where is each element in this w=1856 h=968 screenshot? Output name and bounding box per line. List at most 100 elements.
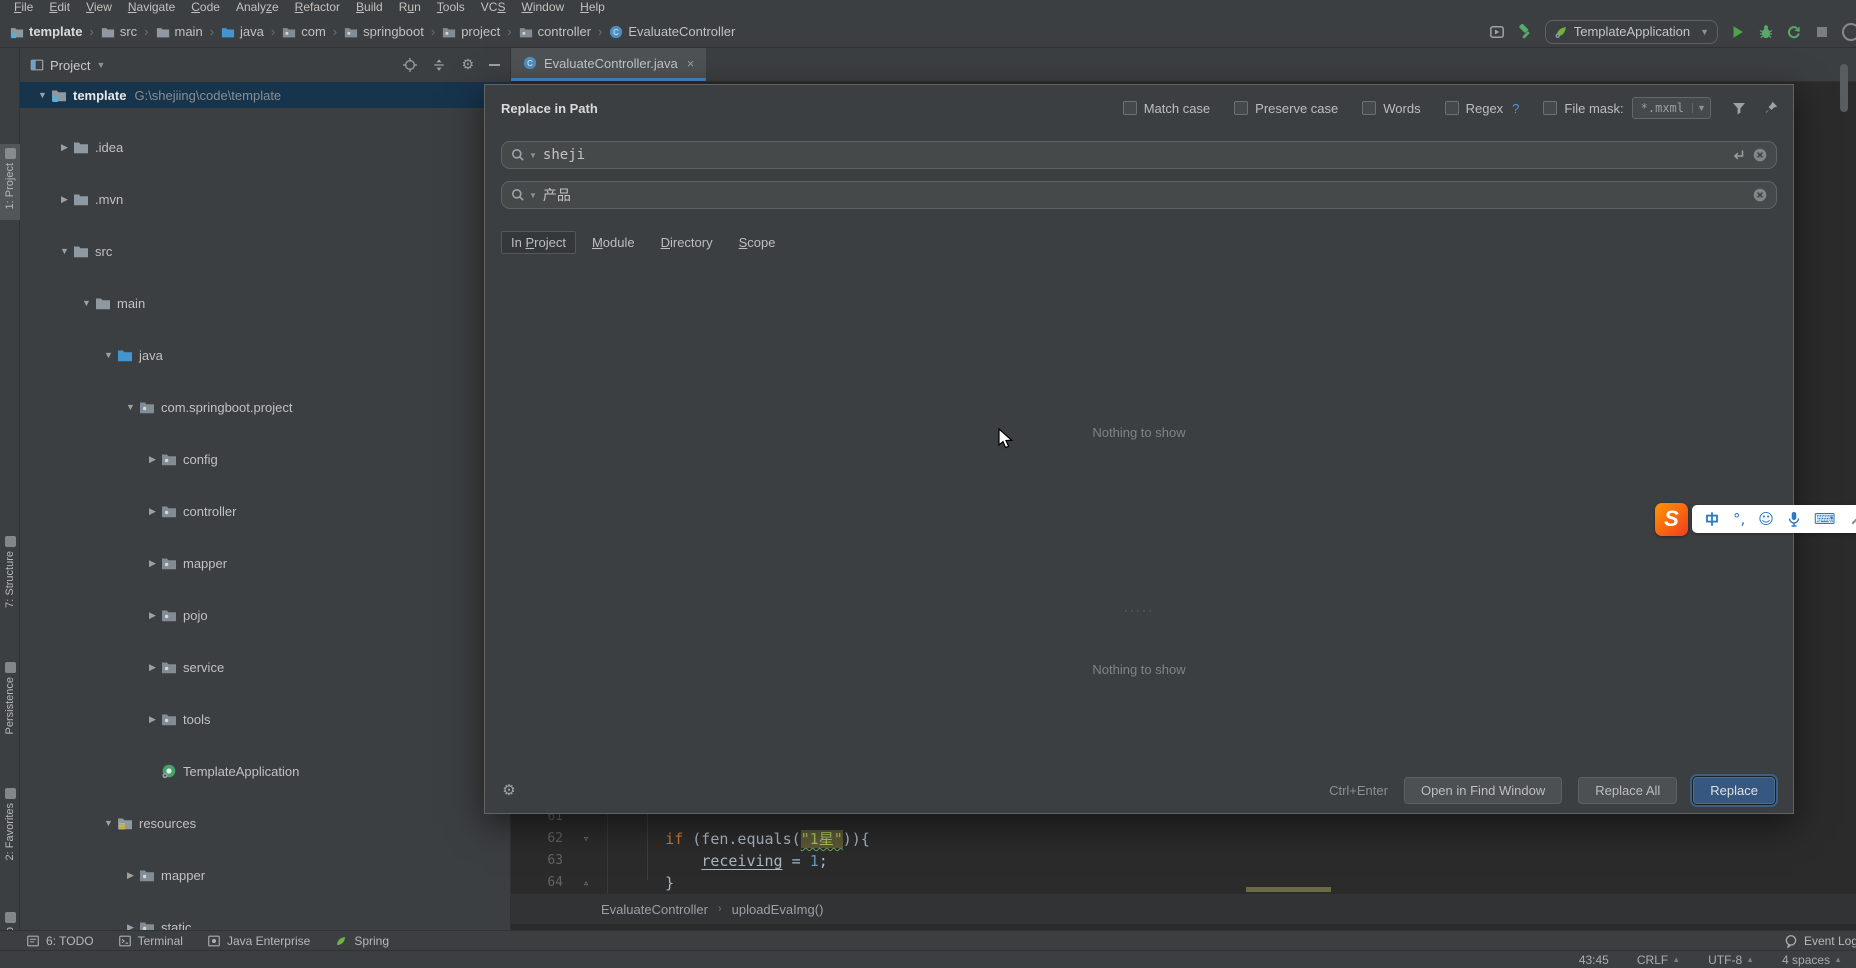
checkbox-icon[interactable] <box>1362 101 1377 115</box>
voice-input-icon[interactable] <box>1787 511 1801 527</box>
gear-icon[interactable]: ⚙ <box>501 781 517 799</box>
menu-analyze[interactable]: Analyze <box>228 0 287 15</box>
tree-item-com.springboot.project[interactable]: ▼ com.springboot.project <box>20 394 510 420</box>
sogou-logo-icon[interactable]: S <box>1655 502 1688 536</box>
project-panel-title[interactable]: Project <box>50 58 90 73</box>
tree-item-templateapplication[interactable]: TemplateApplication <box>20 758 510 784</box>
chinese-mode-icon[interactable] <box>1704 511 1720 527</box>
editor-breadcrumb-item[interactable]: uploadEvaImg() <box>732 902 824 917</box>
tree-arrow-icon[interactable]: ▶ <box>144 662 161 673</box>
code-line[interactable]: 61 <box>511 814 1856 828</box>
replace-all-button[interactable]: Replace All <box>1578 776 1678 804</box>
toolwindow-spring[interactable]: Spring <box>334 934 389 948</box>
code-line[interactable]: 64 ▵ } <box>511 872 1856 894</box>
file-mask-combo[interactable]: *.mxml ▼ <box>1631 97 1711 119</box>
tree-item-controller[interactable]: ▶ controller <box>20 498 510 524</box>
settings-wrench-icon[interactable] <box>1849 511 1856 527</box>
toolwindow-javaee[interactable]: Java Enterprise <box>207 934 310 948</box>
fold-marker-icon[interactable]: ▿ <box>577 828 595 850</box>
hide-panel-icon[interactable] <box>489 64 500 66</box>
tree-arrow-icon[interactable]: ▶ <box>144 714 161 725</box>
editor-breadcrumb-item[interactable]: EvaluateController <box>601 902 708 917</box>
editor-scrollbar-thumb[interactable] <box>1840 64 1848 112</box>
breadcrumb-item[interactable]: springboot <box>344 24 424 39</box>
toolwindow-todo[interactable]: 6: TODO <box>26 934 94 948</box>
fold-marker-icon[interactable]: ▵ <box>577 872 595 894</box>
tree-item-tools[interactable]: ▶ tools <box>20 706 510 732</box>
tree-arrow-icon[interactable]: ▶ <box>144 506 161 517</box>
tree-item-config[interactable]: ▶ config <box>20 446 510 472</box>
menu-edit[interactable]: Edit <box>41 0 78 15</box>
tree-arrow-icon[interactable]: ▼ <box>100 350 117 360</box>
breadcrumb-item[interactable]: main <box>156 24 203 39</box>
tree-arrow-icon[interactable]: ▼ <box>78 298 95 308</box>
tree-arrow-icon[interactable]: ▼ <box>122 402 139 412</box>
tree-item-main[interactable]: ▼ main <box>20 290 510 316</box>
soft-keyboard-icon[interactable]: ⌨ <box>1814 511 1836 527</box>
tree-arrow-icon[interactable]: ▶ <box>144 558 161 569</box>
option-file-mask[interactable]: File mask: <box>1543 101 1624 116</box>
code-line[interactable]: 62 ▿ if (fen.equals("1星")){ <box>511 828 1856 850</box>
emoji-icon[interactable]: ☺ <box>1758 511 1774 527</box>
menu-navigate[interactable]: Navigate <box>120 0 183 15</box>
pin-icon[interactable] <box>1763 100 1779 116</box>
tree-arrow-icon[interactable]: ▼ <box>34 90 51 100</box>
replace-button[interactable]: Replace <box>1693 776 1775 804</box>
splitter-handle[interactable]: ····· <box>485 604 1793 616</box>
filter-funnel-icon[interactable] <box>1731 100 1747 116</box>
menu-file[interactable]: File <box>6 0 41 15</box>
encoding-widget[interactable]: UTF-8 ▲ <box>1708 953 1754 967</box>
punctuation-icon[interactable]: °, <box>1733 511 1745 527</box>
tree-item-template[interactable]: ▼ template G:\shejiing\code\template <box>20 82 510 108</box>
menu-code[interactable]: Code <box>183 0 228 15</box>
close-icon[interactable]: × <box>687 56 695 71</box>
caret-position[interactable]: 43:45 <box>1579 953 1609 967</box>
search-icon[interactable] <box>510 187 526 203</box>
scope-tab-directory[interactable]: Directory <box>651 231 723 254</box>
help-icon[interactable]: ? <box>1512 101 1519 116</box>
new-line-icon[interactable] <box>1730 147 1746 163</box>
menu-view[interactable]: View <box>78 0 120 15</box>
menu-build[interactable]: Build <box>348 0 391 15</box>
chevron-down-icon[interactable]: ▼ <box>1692 103 1710 113</box>
tree-arrow-icon[interactable]: ▶ <box>56 142 73 153</box>
toolwindow-terminal[interactable]: Terminal <box>118 934 183 948</box>
search-field[interactable]: ▼ <box>501 141 1777 169</box>
locate-file-icon[interactable] <box>403 58 418 72</box>
run-anything-icon[interactable] <box>1489 24 1505 40</box>
tree-arrow-icon[interactable]: ▼ <box>56 246 73 256</box>
checkbox-icon[interactable] <box>1543 101 1558 115</box>
coverage-button[interactable] <box>1786 24 1802 40</box>
code-editor[interactable]: 61 62 ▿ if (fen.equals("1星")){63 receiving… <box>511 814 1856 894</box>
breadcrumb-item[interactable]: com <box>282 24 326 39</box>
breadcrumb-item[interactable]: template <box>10 24 82 39</box>
breadcrumb-item[interactable]: java <box>221 24 264 39</box>
menu-refactor[interactable]: Refactor <box>287 0 348 15</box>
option-match-case[interactable]: Match case <box>1122 101 1210 116</box>
breadcrumb-item[interactable]: C EvaluateController <box>609 24 735 39</box>
tree-item-src[interactable]: ▼ src <box>20 238 510 264</box>
tree-arrow-icon[interactable]: ▶ <box>56 194 73 205</box>
collapse-all-icon[interactable] <box>432 58 446 72</box>
open-in-find-window-button[interactable]: Open in Find Window <box>1403 776 1563 804</box>
run-configuration-select[interactable]: TemplateApplication ▼ <box>1544 19 1718 44</box>
stripe-tab-persistence[interactable]: Persistence <box>0 658 20 754</box>
option-regex[interactable]: Regex? <box>1444 101 1519 116</box>
build-hammer-icon[interactable] <box>1517 23 1533 40</box>
tree-item-java[interactable]: ▼ java <box>20 342 510 368</box>
replace-field[interactable]: ▼ <box>501 181 1777 209</box>
menu-tools[interactable]: Tools <box>429 0 473 15</box>
stripe-tab--favorites[interactable]: 2: Favorites <box>0 784 20 876</box>
menu-window[interactable]: Window <box>513 0 572 15</box>
replace-input[interactable] <box>542 187 1746 203</box>
editor-tab-evaluatecontroller[interactable]: C EvaluateController.java × <box>511 48 707 81</box>
stripe-tab--structure[interactable]: 7: Structure <box>0 532 20 644</box>
tree-arrow-icon[interactable]: ▶ <box>122 870 139 881</box>
checkbox-icon[interactable] <box>1234 101 1249 115</box>
breadcrumb-item[interactable]: src <box>101 24 137 39</box>
line-separator-widget[interactable]: CRLF ▲ <box>1637 953 1680 967</box>
clear-search-icon[interactable] <box>1752 147 1768 163</box>
tree-item-.mvn[interactable]: ▶ .mvn <box>20 186 510 212</box>
tree-item-resources[interactable]: ▼ resources <box>20 810 510 836</box>
indent-widget[interactable]: 4 spaces ▲ <box>1782 953 1842 967</box>
